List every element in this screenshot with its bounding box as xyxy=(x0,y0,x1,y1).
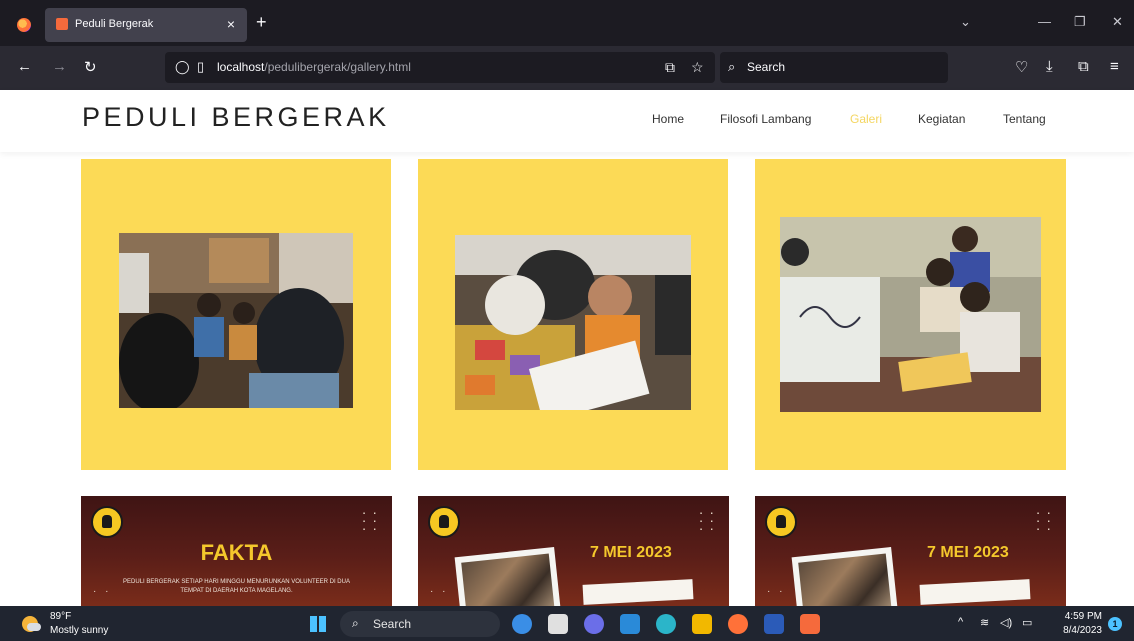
xampp-icon[interactable] xyxy=(800,614,820,634)
forward-arrow-icon[interactable]: → xyxy=(52,58,67,75)
url-path: /pedulibergerak/gallery.html xyxy=(264,60,411,74)
gallery-photo-3[interactable] xyxy=(780,217,1041,412)
file-explorer-icon[interactable] xyxy=(692,614,712,634)
dots-decoration-icon: · · xyxy=(93,586,112,597)
pocket-icon[interactable]: ♡ xyxy=(1015,58,1028,76)
translate-icon[interactable]: ⧉ xyxy=(665,59,675,76)
tab-list-chevron-icon[interactable]: ⌄ xyxy=(960,14,971,30)
windows-taskbar: 89°F Mostly sunny ⌕ Search ^ ≋ ◁) ▭ 4:59… xyxy=(0,606,1134,641)
poster-date: 7 MEI 2023 xyxy=(927,544,1009,561)
reload-icon[interactable]: ↻ xyxy=(84,58,97,76)
volume-icon[interactable]: ◁) xyxy=(1000,616,1012,629)
nav-kegiatan[interactable]: Kegiatan xyxy=(918,112,965,126)
gallery-card-2[interactable] xyxy=(418,159,728,470)
poster-photo xyxy=(454,546,562,606)
new-tab-icon[interactable]: + xyxy=(256,12,267,33)
menu-icon[interactable]: ≡ xyxy=(1110,58,1119,75)
peduli-bergerak-logo-icon xyxy=(428,506,460,538)
weather-description[interactable]: Mostly sunny xyxy=(50,625,108,636)
mail-icon[interactable] xyxy=(620,614,640,634)
dots-decoration-icon: · · · · · · xyxy=(698,504,715,536)
poster-fakta[interactable]: · · · · · · FAKTA PEDULI BERGERAK SETIAP H… xyxy=(81,496,392,606)
minimize-icon[interactable]: — xyxy=(1038,14,1051,29)
poster-event-1[interactable]: · · · · · · 7 MEI 2023 · · xyxy=(418,496,729,606)
peduli-bergerak-logo-icon xyxy=(765,506,797,538)
teams-icon[interactable] xyxy=(584,614,604,634)
gallery-photo-1[interactable] xyxy=(119,233,353,408)
word-icon[interactable] xyxy=(764,614,784,634)
site-brand[interactable]: PEDULI BERGERAK xyxy=(82,102,390,133)
weather-sun-icon[interactable] xyxy=(22,616,41,632)
browser-nav-bar: ← → ↻ ◯ ▯ localhost/pedulibergerak/galle… xyxy=(0,46,1134,90)
photo-reading-group xyxy=(119,233,353,408)
poster-tape-decoration xyxy=(582,579,694,605)
nav-galeri[interactable]: Galeri xyxy=(850,112,882,126)
peduli-bergerak-logo-icon xyxy=(91,506,123,538)
browser-tab[interactable]: Peduli Bergerak × xyxy=(45,8,247,42)
gallery-photo-2[interactable] xyxy=(455,235,691,410)
dots-decoration-icon: · · xyxy=(767,586,786,597)
taskbar-search[interactable]: ⌕ Search xyxy=(340,611,500,637)
gallery-card-3[interactable] xyxy=(755,159,1066,470)
poster-tape-decoration xyxy=(919,579,1031,605)
poster-photo xyxy=(791,546,899,606)
taskbar-search-label: Search xyxy=(373,617,412,631)
search-icon: ⌕ xyxy=(728,59,736,74)
poster-photo-image xyxy=(461,553,555,606)
search-input[interactable]: ⌕ Search xyxy=(720,52,948,83)
bing-icon[interactable] xyxy=(512,614,532,634)
dots-decoration-icon: · · · · · · xyxy=(1035,504,1052,536)
dots-decoration-icon: · · xyxy=(430,586,449,597)
poster-date: 7 MEI 2023 xyxy=(590,544,672,561)
wifi-icon[interactable]: ≋ xyxy=(980,616,989,629)
bookmark-star-icon[interactable]: ☆ xyxy=(691,59,704,76)
favicon-icon xyxy=(56,18,68,30)
url-text[interactable]: localhost/pedulibergerak/gallery.html xyxy=(217,60,411,74)
photo-outdoor-whiteboard xyxy=(780,217,1041,412)
tracking-shield-icon[interactable]: ◯ xyxy=(175,59,190,75)
poster-event-2[interactable]: · · · · · · 7 MEI 2023 · · xyxy=(755,496,1066,606)
photo-child-drawing xyxy=(455,235,691,410)
address-bar[interactable]: ◯ ▯ localhost/pedulibergerak/gallery.htm… xyxy=(165,52,715,83)
nav-home[interactable]: Home xyxy=(652,112,684,126)
site-header: PEDULI BERGERAK Home Filosofi Lambang Ga… xyxy=(0,90,1134,152)
windows-start-icon[interactable] xyxy=(310,616,326,632)
battery-icon[interactable]: ▭ xyxy=(1022,616,1032,629)
page-info-icon[interactable]: ▯ xyxy=(197,59,204,75)
search-placeholder: Search xyxy=(747,60,786,74)
poster-heading: FAKTA xyxy=(200,540,273,565)
weather-temperature[interactable]: 89°F xyxy=(50,611,71,622)
browser-tab-bar: Peduli Bergerak × + ⌄ — ❐ ✕ xyxy=(0,0,1134,46)
firefox-taskbar-icon[interactable] xyxy=(728,614,748,634)
back-arrow-icon[interactable]: ← xyxy=(17,58,32,75)
search-icon: ⌕ xyxy=(352,616,359,630)
poster-text: PEDULI BERGERAK SETIAP HARI MINGGU MENUR… xyxy=(123,579,350,594)
show-hidden-icons-icon[interactable]: ^ xyxy=(958,616,963,628)
edge-icon[interactable] xyxy=(656,614,676,634)
close-window-icon[interactable]: ✕ xyxy=(1112,14,1123,30)
nav-filosofi-lambang[interactable]: Filosofi Lambang xyxy=(720,112,811,126)
notification-badge[interactable]: 1 xyxy=(1108,617,1122,631)
download-icon[interactable]: ⤓ xyxy=(1046,58,1053,75)
restore-icon[interactable]: ❐ xyxy=(1074,14,1086,30)
firefox-icon[interactable] xyxy=(17,18,31,32)
url-host: localhost xyxy=(217,60,265,74)
close-tab-icon[interactable]: × xyxy=(227,16,235,32)
task-view-icon[interactable] xyxy=(548,614,568,634)
gallery-card-1[interactable] xyxy=(81,159,391,470)
taskbar-date[interactable]: 8/4/2023 xyxy=(1052,625,1102,636)
extensions-icon[interactable]: ⧉ xyxy=(1078,58,1089,75)
nav-tentang[interactable]: Tentang xyxy=(1003,112,1046,126)
poster-photo-image xyxy=(798,553,892,606)
tab-title: Peduli Bergerak xyxy=(75,18,154,30)
taskbar-time[interactable]: 4:59 PM xyxy=(1058,611,1102,622)
dots-decoration-icon: · · · · · · xyxy=(361,504,378,536)
